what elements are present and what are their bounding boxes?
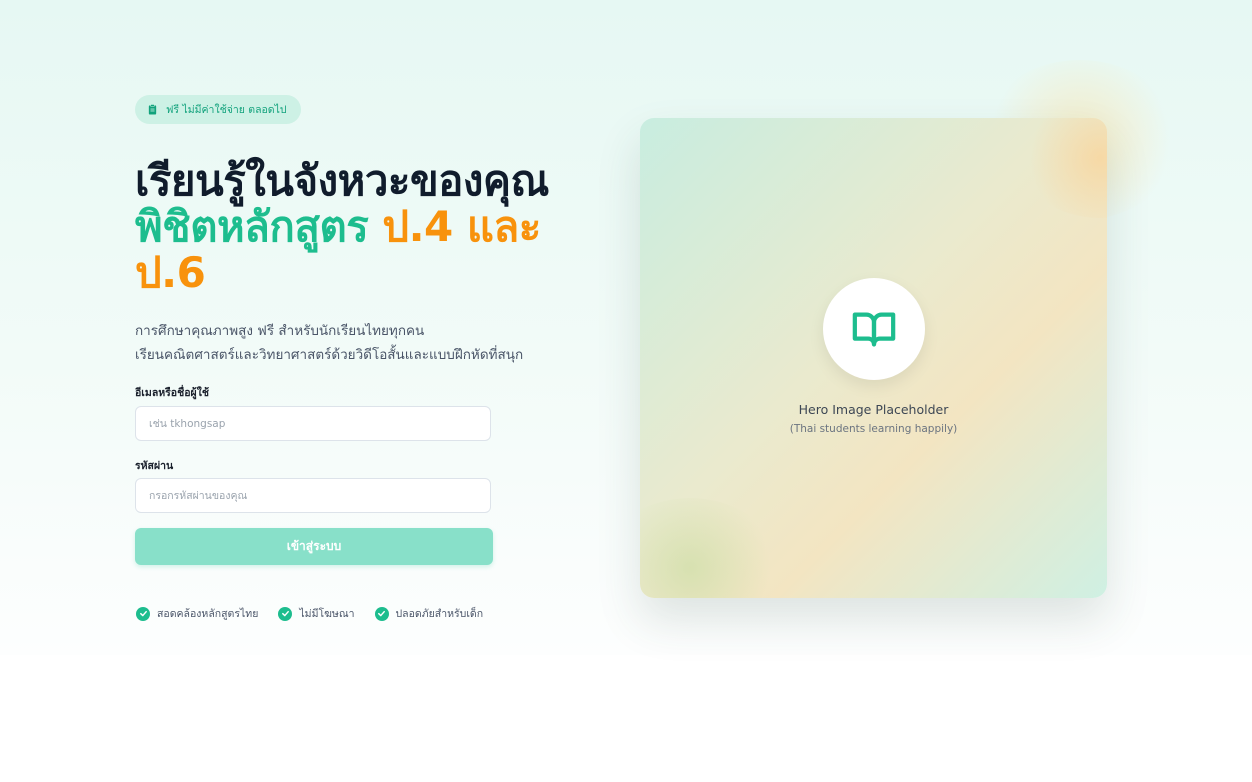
description-line-2: เรียนคณิตศาสตร์และวิทยาศาสตร์ด้วยวิดีโอส… <box>135 347 524 363</box>
title-part-highlight: พิชิตหลักสูตร <box>135 202 369 251</box>
description-line-1: การศึกษาคุณภาพสูง ฟรี สำหรับนักเรียนไทยท… <box>135 323 425 339</box>
username-input[interactable] <box>135 406 491 441</box>
feature-label: ไม่มีโฆษณา <box>299 608 355 620</box>
decorative-glow <box>640 498 780 598</box>
title-part-main: เรียนรู้ในจังหวะของคุณ <box>135 156 549 205</box>
password-input[interactable] <box>135 478 491 513</box>
feature-label: สอดคล้องหลักสูตรไทย <box>157 608 259 620</box>
check-circle-icon <box>374 606 389 621</box>
feature-item: ปลอดภัยสำหรับเด็ก <box>374 605 484 622</box>
hero-placeholder-title: Hero Image Placeholder <box>798 402 949 417</box>
free-badge-text: ฟรี ไม่มีค่าใช้จ่าย ตลอดไป <box>166 104 287 116</box>
decorative-glow <box>1020 118 1107 218</box>
hero-placeholder-subtitle: (Thai students learning happily) <box>789 423 958 435</box>
hero-image-card: Hero Image Placeholder (Thai students le… <box>640 118 1107 598</box>
clipboard-icon <box>148 104 157 115</box>
hero-icon-circle <box>823 278 925 380</box>
check-circle-icon <box>136 606 150 621</box>
feature-item: ไม่มีโฆษณา <box>278 605 355 622</box>
page-description: การศึกษาคุณภาพสูง ฟรี สำหรับนักเรียนไทยท… <box>135 319 523 367</box>
username-label: อีเมลหรือชื่อผู้ใช้ <box>135 387 209 399</box>
feature-list: สอดคล้องหลักสูตรไทย ไม่มีโฆษณา ปลอดภัยสำ… <box>136 605 483 622</box>
check-circle-icon <box>278 606 293 621</box>
login-button[interactable]: เข้าสู่ระบบ <box>135 528 493 565</box>
open-book-icon <box>852 312 896 347</box>
feature-item: สอดคล้องหลักสูตรไทย <box>136 605 258 622</box>
feature-label: ปลอดภัยสำหรับเด็ก <box>395 608 484 620</box>
free-badge: ฟรี ไม่มีค่าใช้จ่าย ตลอดไป <box>135 95 301 124</box>
page-title: เรียนรู้ในจังหวะของคุณ พิชิตหลักสูตร ป.4… <box>135 158 605 296</box>
password-label: รหัสผ่าน <box>135 460 174 472</box>
